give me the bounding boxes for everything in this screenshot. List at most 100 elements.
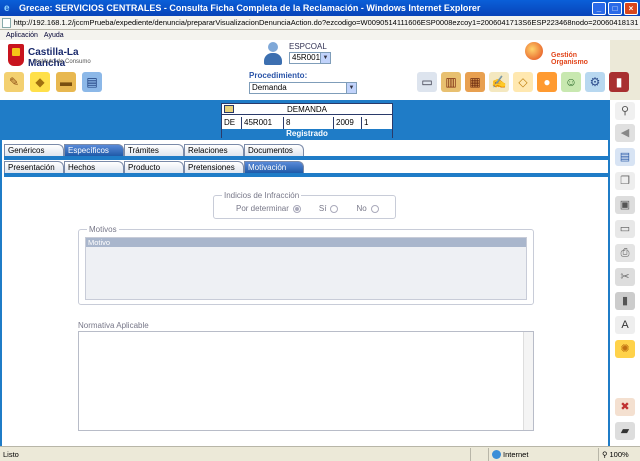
option-por-determinar-label: Por determinar [236, 204, 289, 213]
app-header: Castilla-La Mancha Instituto de Consumo … [0, 40, 629, 100]
logo-name: Castilla-La Mancha [28, 47, 79, 69]
status-text: Listo [3, 449, 19, 459]
indicios-legend: Indicios de Infracción [222, 191, 302, 200]
attach-icon[interactable]: ✂ [615, 268, 635, 286]
diamond-icon[interactable]: ◇ [513, 72, 533, 92]
documents-icon[interactable]: ▤ [82, 72, 102, 92]
demanda-box: DEMANDA DE 45R001 8 2009 1 Registrado [221, 103, 393, 138]
demanda-title: DEMANDA [286, 105, 327, 114]
tab-motivacion[interactable]: Motivación [244, 161, 304, 173]
tab-presentacion[interactable]: Presentación [4, 161, 64, 173]
stamp-icon[interactable]: ▮ [615, 292, 635, 310]
demanda-cell-seq: 1 [364, 118, 369, 127]
logo-subtitle: Instituto de Consumo [34, 59, 91, 65]
demanda-id-row: DE 45R001 8 2009 1 [222, 117, 392, 129]
tools-icon[interactable]: ⚙ [585, 72, 605, 92]
books-icon[interactable]: ▥ [441, 72, 461, 92]
internet-zone-icon [492, 449, 501, 459]
demanda-status: Registrado [222, 129, 392, 138]
procedure-label: Procedimiento: [249, 71, 308, 80]
binders-icon[interactable]: ▦ [465, 72, 485, 92]
car-icon[interactable]: ▰ [615, 422, 635, 440]
demanda-cell-number: 8 [284, 117, 334, 129]
url-text[interactable]: http://192.168.1.2/jccmPrueba/expediente… [14, 18, 640, 27]
scanner-icon[interactable]: ▭ [615, 220, 635, 238]
organismo-icon [525, 42, 543, 60]
castilla-la-mancha-logo: Castilla-La Mancha Instituto de Consumo [6, 44, 106, 70]
textarea-scrollbar[interactable] [523, 332, 533, 430]
maximize-button[interactable]: □ [608, 1, 622, 15]
tab-hechos[interactable]: Hechos [64, 161, 124, 173]
exit-icon[interactable]: ✖ [615, 398, 635, 416]
user-select-value: 45R001 [292, 53, 321, 62]
document-type-icon[interactable]: A [615, 316, 635, 334]
users-icon[interactable]: ☺ [561, 72, 581, 92]
tab-pretensiones[interactable]: Pretensiones [184, 161, 244, 173]
window-title: Grecae: SERVICIOS CENTRALES - Consulta F… [19, 3, 481, 13]
radio-no[interactable] [370, 204, 379, 213]
gestion-organismo-link[interactable]: Gestión Organismo [523, 42, 613, 68]
sun-icon[interactable]: ✺ [615, 340, 635, 358]
back-icon[interactable]: ◀ [615, 124, 635, 142]
card-icon [224, 105, 234, 113]
user-select[interactable]: 45R001 ▼ [289, 52, 331, 64]
tag-icon[interactable]: ◆ [30, 72, 50, 92]
normativa-textarea[interactable] [78, 331, 534, 431]
folder-icon[interactable]: ▬ [56, 72, 76, 92]
chevron-down-icon[interactable]: ▼ [320, 53, 330, 63]
close-button[interactable]: × [624, 1, 638, 15]
copy-icon[interactable]: ❐ [615, 172, 635, 190]
address-bar[interactable]: http://192.168.1.2/jccmPrueba/expediente… [0, 16, 640, 30]
tab-relaciones[interactable]: Relaciones [184, 144, 244, 156]
laptop-icon[interactable]: ▭ [417, 72, 437, 92]
demanda-cell-year: 2009 [334, 117, 362, 129]
user-icon [262, 42, 284, 66]
tab-documentos[interactable]: Documentos [244, 144, 304, 156]
save-icon[interactable]: ▣ [615, 196, 635, 214]
chevron-down-icon[interactable]: ▼ [346, 83, 356, 93]
right-sidebar: ⚲ ◀ ▤ ❐ ▣ ▭ ⎙ ✂ ▮ A ✺ ✖ ▰ [610, 100, 640, 446]
edit-form-icon[interactable]: ✎ [4, 72, 24, 92]
procedure-select[interactable]: Demanda ▼ [249, 82, 357, 94]
document-stack-icon[interactable]: ▤ [615, 148, 635, 166]
motivos-column-header: Motivo [86, 238, 526, 247]
menu-aplicacion[interactable]: Aplicación [6, 32, 38, 39]
left-toolbar: ✎ ◆ ▬ ▤ [4, 72, 102, 92]
status-zone-label: Internet [503, 449, 529, 459]
book-icon[interactable]: ▮ [609, 72, 629, 92]
tab-tramites[interactable]: Trámites [124, 144, 184, 156]
motivos-legend: Motivos [87, 225, 119, 234]
window-titlebar: e Grecae: SERVICIOS CENTRALES - Consulta… [0, 0, 640, 16]
menu-ayuda[interactable]: Ayuda [44, 32, 64, 39]
indicios-options: Por determinar Sí No [236, 204, 379, 213]
tab-producto[interactable]: Producto [124, 161, 184, 173]
tab-genericos[interactable]: Genéricos [4, 144, 64, 156]
ie-icon: e [4, 2, 10, 14]
magnifier-icon[interactable]: ⚲ [615, 102, 635, 120]
globe-icon[interactable]: ● [537, 72, 557, 92]
tab-especificos[interactable]: Específicos [64, 144, 124, 156]
radio-si[interactable] [330, 204, 339, 213]
motivos-list[interactable]: Motivo [85, 237, 527, 300]
tabs-row-secondary: Presentación Hechos Producto Pretensione… [4, 161, 304, 173]
page-icon [2, 17, 11, 28]
zoom-level: 100% [609, 449, 629, 459]
zoom-control[interactable]: ⚲ 100% [598, 447, 640, 461]
document-edit-icon[interactable]: ✍ [489, 72, 509, 92]
tabs-divider [4, 173, 608, 177]
option-no-label: No [356, 204, 367, 213]
demanda-header: DEMANDA [222, 104, 392, 115]
option-si-label: Sí [318, 204, 327, 213]
status-lock-cell [470, 447, 488, 461]
motivos-fieldset: Motivos Motivo [78, 225, 534, 305]
minimize-button[interactable]: _ [592, 1, 606, 15]
tabs-row-primary: Genéricos Específicos Trámites Relacione… [4, 144, 304, 156]
status-zone: Internet [488, 447, 598, 461]
procedure-select-value: Demanda [252, 83, 287, 92]
radio-por-determinar[interactable] [292, 204, 301, 213]
printer-icon[interactable]: ⎙ [615, 244, 635, 262]
crest-icon [8, 44, 24, 66]
org-label: Gestión Organismo [551, 52, 588, 66]
normativa-label: Normativa Aplicable [78, 321, 149, 330]
right-toolbar: ▭ ▥ ▦ ✍ ◇ ● ☺ ⚙ ▮ [417, 72, 629, 92]
